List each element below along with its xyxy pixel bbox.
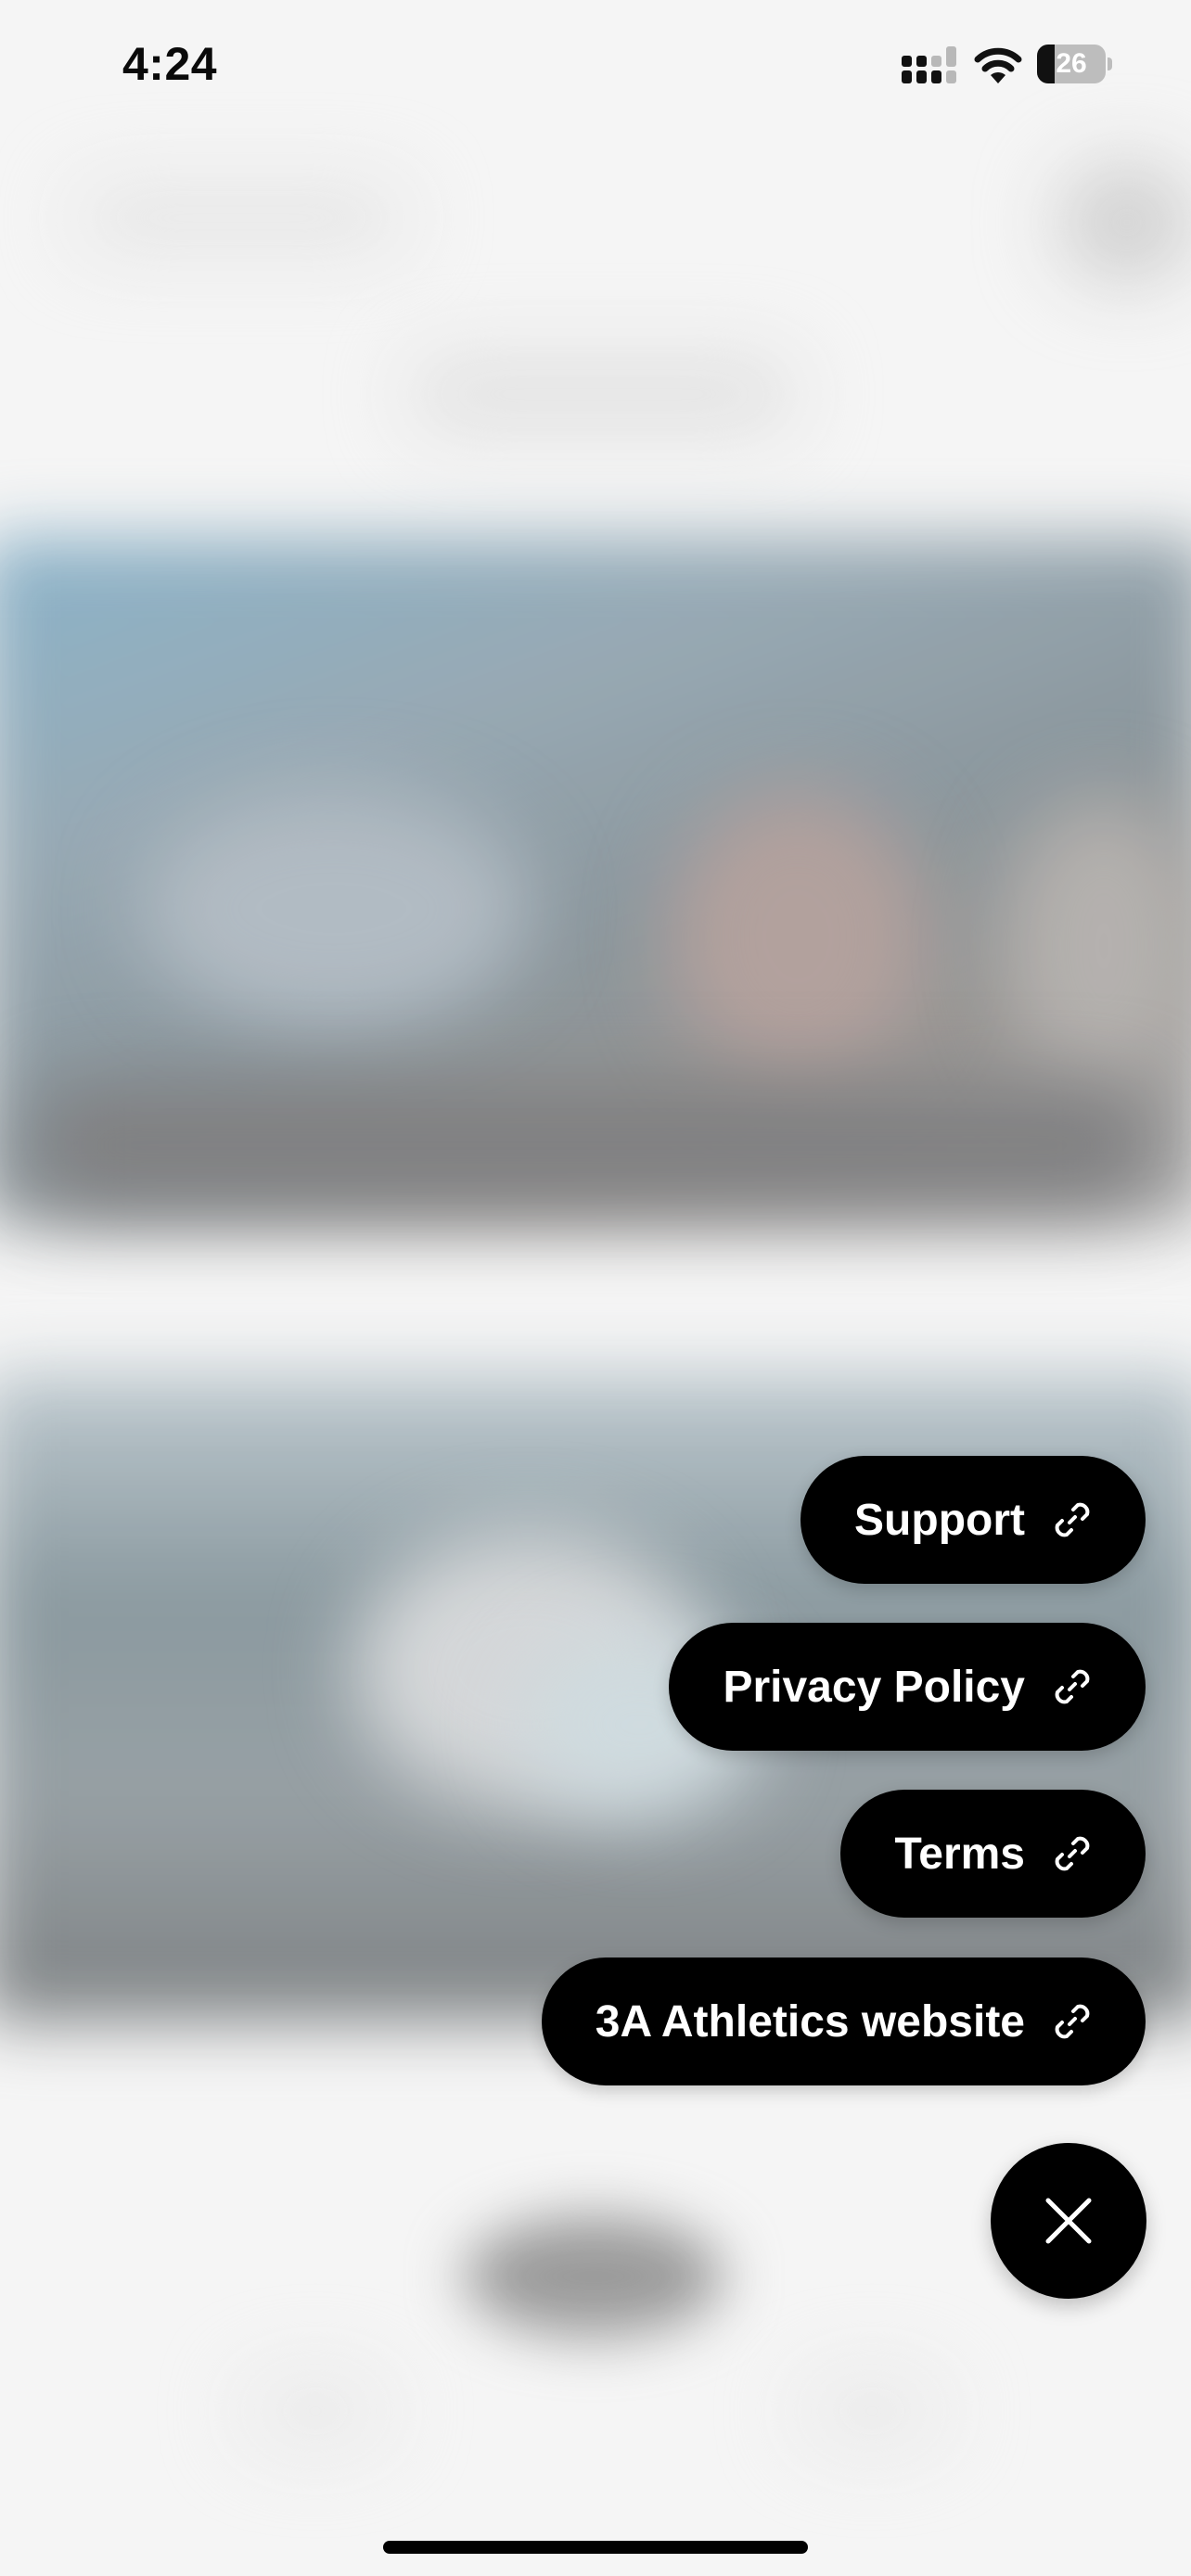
link-icon <box>1055 1669 1090 1704</box>
website-link-label: 3A Athletics website <box>595 1996 1025 2047</box>
close-menu-button[interactable] <box>991 2143 1146 2299</box>
website-link-button[interactable]: 3A Athletics website <box>541 1958 1146 2085</box>
link-icon <box>1055 1502 1090 1537</box>
home-indicator[interactable] <box>383 2541 808 2554</box>
support-link-button[interactable]: Support <box>800 1456 1146 1584</box>
close-icon <box>1045 2198 1092 2244</box>
terms-link-button[interactable]: Terms <box>840 1790 1146 1918</box>
link-icon <box>1055 2004 1090 2039</box>
support-link-label: Support <box>854 1495 1025 1545</box>
battery-indicator: 26 <box>1037 45 1112 83</box>
battery-icon: 26 <box>1037 45 1106 83</box>
status-time: 4:24 <box>122 38 218 90</box>
wifi-icon <box>974 47 1022 83</box>
status-bar: 4:24 26 <box>0 0 1191 130</box>
privacy-policy-link-button[interactable]: Privacy Policy <box>669 1623 1146 1751</box>
cellular-signal-icon <box>902 46 956 83</box>
link-icon <box>1055 1836 1090 1871</box>
battery-level-text: 26 <box>1056 48 1087 79</box>
privacy-policy-link-label: Privacy Policy <box>723 1662 1025 1712</box>
battery-cap <box>1108 57 1112 70</box>
terms-link-label: Terms <box>894 1829 1025 1879</box>
